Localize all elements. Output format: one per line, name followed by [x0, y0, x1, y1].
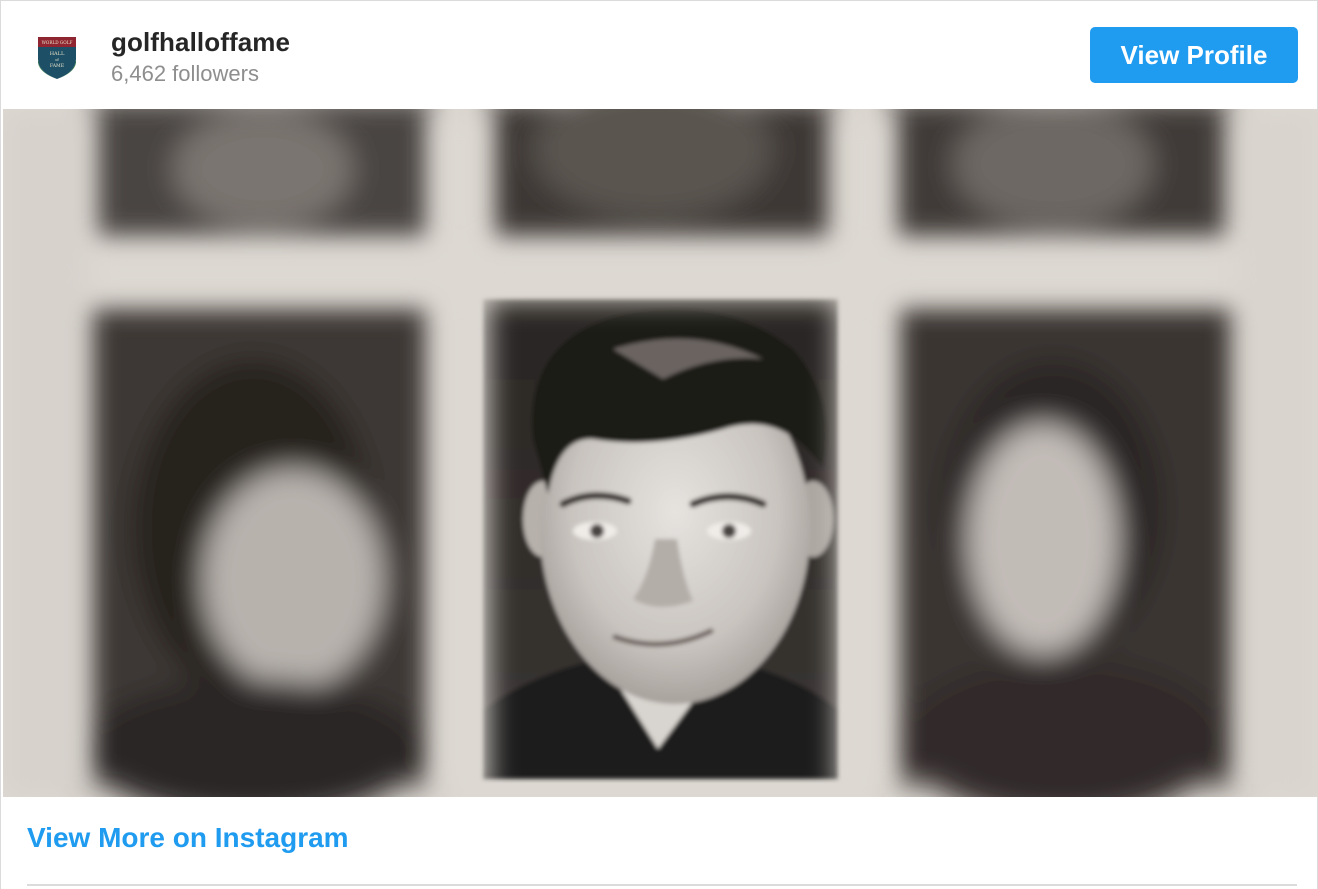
- post-image[interactable]: [3, 109, 1318, 797]
- post-header: WORLD GOLF HALL of FAME golfhalloffame 6…: [1, 1, 1317, 108]
- yearbook-photo-icon: [3, 109, 1318, 797]
- instagram-embed-card: WORLD GOLF HALL of FAME golfhalloffame 6…: [0, 0, 1318, 889]
- svg-text:FAME: FAME: [50, 63, 64, 69]
- view-profile-button[interactable]: View Profile: [1090, 27, 1298, 83]
- follower-count: 6,462 followers: [111, 61, 259, 86]
- hall-of-fame-logo-icon: WORLD GOLF HALL of FAME: [38, 37, 76, 79]
- profile-username[interactable]: golfhalloffame: [111, 27, 290, 58]
- post-footer: View More on Instagram: [1, 798, 1317, 889]
- svg-text:WORLD GOLF: WORLD GOLF: [42, 40, 73, 45]
- svg-text:HALL: HALL: [50, 51, 65, 57]
- profile-avatar[interactable]: WORLD GOLF HALL of FAME: [29, 25, 85, 81]
- view-more-on-instagram-link[interactable]: View More on Instagram: [27, 822, 349, 854]
- footer-divider: [27, 884, 1297, 886]
